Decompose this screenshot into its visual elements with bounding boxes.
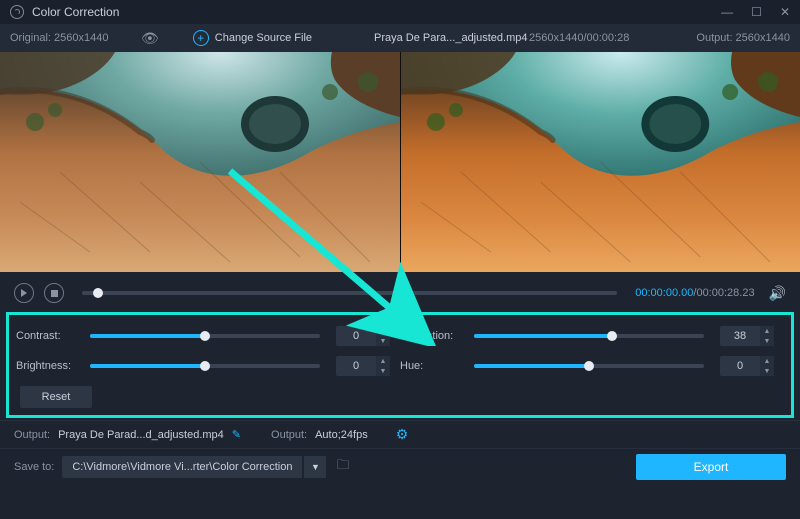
hue-label: Hue: bbox=[400, 360, 466, 372]
edit-filename-icon[interactable]: ✎ bbox=[232, 428, 241, 441]
brightness-slider[interactable] bbox=[90, 364, 320, 368]
source-meta: 2560x1440/00:00:28 bbox=[529, 32, 629, 44]
close-button[interactable]: ✕ bbox=[780, 6, 790, 18]
preview-adjusted bbox=[400, 52, 800, 272]
saturation-spinbox[interactable]: 38 ▲▼ bbox=[720, 326, 774, 346]
brightness-spinbox[interactable]: 0 ▲▼ bbox=[336, 356, 390, 376]
time-total: /00:00:28.23 bbox=[693, 287, 754, 299]
hue-slider[interactable] bbox=[474, 364, 704, 368]
settings-gear-icon[interactable]: ⚙ bbox=[396, 426, 409, 443]
down-icon[interactable]: ▼ bbox=[376, 336, 390, 346]
time-display: 00:00:00.00/00:00:28.23 bbox=[635, 287, 754, 299]
stop-button[interactable] bbox=[44, 283, 64, 303]
change-source-button[interactable]: + Change Source File bbox=[193, 30, 312, 46]
minimize-button[interactable]: — bbox=[721, 6, 733, 18]
original-size-label: Original: 2560x1440 bbox=[10, 32, 135, 44]
saturation-value: 38 bbox=[720, 330, 760, 342]
saturation-slider[interactable] bbox=[474, 334, 704, 338]
preview-row bbox=[0, 52, 800, 272]
output-file-label: Output: bbox=[14, 429, 50, 441]
brightness-label: Brightness: bbox=[16, 360, 82, 372]
up-icon[interactable]: ▲ bbox=[760, 356, 774, 366]
contrast-label: Contrast: bbox=[16, 330, 82, 342]
saturation-stepper[interactable]: ▲▼ bbox=[760, 326, 774, 346]
contrast-value: 0 bbox=[336, 330, 376, 342]
volume-icon[interactable]: 🔊 bbox=[769, 285, 786, 302]
contrast-row: Contrast: 0 ▲▼ bbox=[16, 326, 400, 346]
hue-spinbox[interactable]: 0 ▲▼ bbox=[720, 356, 774, 376]
saturation-label: Saturation: bbox=[400, 330, 466, 342]
hue-value: 0 bbox=[720, 360, 760, 372]
hue-row: Hue: 0 ▲▼ bbox=[400, 356, 784, 376]
output-size-label: Output: 2560x1440 bbox=[696, 32, 790, 44]
output-format-value: Auto;24fps bbox=[315, 429, 368, 441]
save-to-label: Save to: bbox=[14, 461, 54, 473]
preview-eye-icon[interactable]: 👁 bbox=[141, 30, 159, 47]
down-icon[interactable]: ▼ bbox=[760, 366, 774, 376]
contrast-spinbox[interactable]: 0 ▲▼ bbox=[336, 326, 390, 346]
play-button[interactable] bbox=[14, 283, 34, 303]
reset-button[interactable]: Reset bbox=[20, 386, 92, 408]
time-elapsed: 00:00:00.00 bbox=[635, 287, 693, 299]
change-source-label: Change Source File bbox=[215, 32, 312, 44]
titlebar: Color Correction — ☐ ✕ bbox=[0, 0, 800, 24]
saturation-row: Saturation: 38 ▲▼ bbox=[400, 326, 784, 346]
export-button[interactable]: Export bbox=[636, 454, 786, 480]
playback-timeline[interactable] bbox=[82, 291, 617, 295]
up-icon[interactable]: ▲ bbox=[376, 326, 390, 336]
open-folder-icon[interactable]: 🗀 bbox=[336, 456, 349, 478]
window-controls: — ☐ ✕ bbox=[721, 6, 790, 18]
brightness-value: 0 bbox=[336, 360, 376, 372]
brightness-row: Brightness: 0 ▲▼ bbox=[16, 356, 400, 376]
output-format-label: Output: bbox=[271, 429, 307, 441]
timeline-knob[interactable] bbox=[93, 288, 103, 298]
contrast-stepper[interactable]: ▲▼ bbox=[376, 326, 390, 346]
transport-bar: 00:00:00.00/00:00:28.23 🔊 bbox=[0, 272, 800, 314]
brightness-stepper[interactable]: ▲▼ bbox=[376, 356, 390, 376]
down-icon[interactable]: ▼ bbox=[760, 336, 774, 346]
plus-icon: + bbox=[193, 30, 209, 46]
down-icon[interactable]: ▼ bbox=[376, 366, 390, 376]
app-icon bbox=[10, 5, 24, 19]
save-row: Save to: C:\Vidmore\Vidmore Vi...rter\Co… bbox=[0, 448, 800, 484]
save-path-dropdown[interactable]: ▼ bbox=[304, 456, 326, 478]
preview-original bbox=[0, 52, 400, 272]
info-bar: Original: 2560x1440 👁 + Change Source Fi… bbox=[0, 24, 800, 52]
window-title: Color Correction bbox=[32, 5, 721, 19]
hue-stepper[interactable]: ▲▼ bbox=[760, 356, 774, 376]
source-filename: Praya De Para..._adjusted.mp4 bbox=[374, 32, 529, 44]
contrast-slider[interactable] bbox=[90, 334, 320, 338]
save-path-field[interactable]: C:\Vidmore\Vidmore Vi...rter\Color Corre… bbox=[62, 456, 302, 478]
color-controls-panel: Contrast: 0 ▲▼ Saturation: 38 ▲▼ Brightn… bbox=[10, 316, 790, 414]
output-row: Output: Praya De Parad...d_adjusted.mp4 … bbox=[0, 420, 800, 448]
output-file-value: Praya De Parad...d_adjusted.mp4 bbox=[58, 429, 224, 441]
up-icon[interactable]: ▲ bbox=[376, 356, 390, 366]
reset-row: Reset bbox=[16, 386, 784, 408]
maximize-button[interactable]: ☐ bbox=[751, 6, 762, 18]
up-icon[interactable]: ▲ bbox=[760, 326, 774, 336]
